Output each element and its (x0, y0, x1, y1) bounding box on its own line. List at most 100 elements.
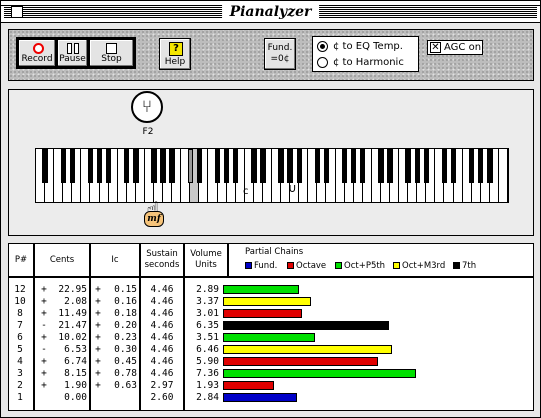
black-key[interactable] (232, 149, 239, 183)
black-key[interactable] (360, 149, 366, 183)
middle-c-label: c (243, 186, 249, 197)
close-box-icon[interactable] (11, 6, 23, 18)
volume-value: 5.90 (196, 356, 219, 367)
agc-checkbox[interactable]: ✕ AGC on (427, 40, 483, 55)
volume-value: 6.46 (196, 344, 219, 355)
black-key[interactable] (60, 149, 66, 183)
window-title: Pianalyzer (221, 3, 320, 21)
table-row: 12 +22.95 +0.15 4.46 2.89 (9, 284, 533, 296)
black-key[interactable] (196, 149, 203, 183)
legend-swatch (393, 262, 400, 269)
black-key[interactable] (260, 149, 266, 183)
black-key[interactable] (287, 149, 293, 183)
black-key[interactable] (187, 149, 194, 183)
black-key[interactable] (378, 149, 384, 183)
black-key[interactable] (133, 149, 139, 183)
volume-bar (223, 309, 302, 318)
cents-value: 6.74 (64, 356, 87, 367)
black-key[interactable] (42, 149, 48, 183)
cents-value: 1.90 (64, 380, 87, 391)
stop-icon (106, 43, 117, 54)
pause-button[interactable]: Pause (57, 39, 88, 67)
black-key[interactable] (450, 149, 457, 183)
black-key[interactable] (387, 149, 393, 183)
radio-harmonic[interactable]: ¢ to Harmonic (317, 56, 404, 70)
black-key[interactable] (423, 149, 430, 183)
black-key[interactable] (296, 149, 302, 183)
key-marker-icon: ∪ (288, 181, 297, 195)
black-key[interactable] (69, 149, 76, 183)
record-button[interactable]: Record (18, 39, 56, 67)
black-key[interactable] (223, 149, 230, 183)
black-key[interactable] (169, 149, 175, 183)
black-key[interactable] (323, 149, 330, 183)
ic-sign: + (95, 296, 101, 307)
legend-oct-p5th: Oct+P5th (335, 261, 385, 271)
piano-keyboard[interactable]: c ∪ (35, 148, 509, 203)
black-key[interactable] (441, 149, 448, 183)
stop-label: Stop (101, 54, 122, 64)
title-bar[interactable]: Pianalyzer (1, 1, 540, 23)
radio-harmonic-label: ¢ to Harmonic (333, 57, 404, 68)
volume-value: 6.35 (196, 320, 219, 331)
table-row: 10 +2.08 +0.16 4.46 3.37 (9, 296, 533, 308)
volume-bar (223, 333, 315, 342)
black-key[interactable] (87, 149, 94, 183)
header-volume-line1: Volume (190, 249, 222, 259)
cents-value: 10.02 (58, 332, 87, 343)
table-row: 2 +1.90 +0.63 2.97 1.93 (9, 380, 533, 392)
black-key[interactable] (405, 149, 411, 183)
fund-zero-button[interactable]: Fund. =0¢ (264, 38, 296, 70)
transport-controls: Record Pause Stop (16, 37, 136, 69)
keyboard-panel: ⑂ F2 c ∪ ☝ mf (8, 89, 534, 236)
volume-value: 3.37 (196, 296, 219, 307)
cents-value: 8.15 (64, 368, 87, 379)
black-key[interactable] (414, 149, 420, 183)
tuning-fork-icon[interactable]: ⑂ (131, 91, 163, 123)
note-name: F2 (142, 127, 154, 137)
sustain-value: 4.46 (150, 332, 174, 343)
legend-octave-label: Octave (296, 261, 327, 271)
black-key[interactable] (105, 149, 112, 183)
header-ic: Ic (111, 254, 119, 265)
ic-value: 0.63 (114, 380, 137, 391)
header-volume-line2: Units (195, 260, 217, 270)
stop-button[interactable]: Stop (89, 39, 134, 67)
legend-7th: 7th (453, 261, 476, 271)
table-row: 8 +11.49 +0.18 4.46 3.01 (9, 308, 533, 320)
black-key[interactable] (341, 149, 348, 183)
volume-value: 7.36 (196, 368, 219, 379)
ic-value: 0.16 (114, 296, 137, 307)
table-row: 3 +8.15 +0.78 4.46 7.36 (9, 368, 533, 380)
volume-value: 2.84 (196, 392, 219, 403)
table-row: 6 +10.02 +0.23 4.46 3.51 (9, 332, 533, 344)
black-key[interactable] (96, 149, 103, 183)
legend-fund: Fund. (245, 261, 277, 271)
black-key[interactable] (468, 149, 475, 183)
black-key[interactable] (478, 149, 484, 183)
volume-bar (223, 297, 311, 306)
cents-value: 0.00 (64, 392, 87, 403)
partial-number: 10 (14, 296, 26, 307)
dynamic-marking: mf (144, 211, 164, 227)
black-key[interactable] (487, 149, 493, 183)
pianalyzer-window: Pianalyzer Record Pause Stop ? Help Fund… (0, 0, 541, 418)
black-key[interactable] (314, 149, 321, 183)
cents-value: 21.47 (58, 320, 87, 331)
black-key[interactable] (251, 149, 257, 183)
black-key[interactable] (214, 149, 221, 183)
header-volume: Volume Units (185, 244, 227, 276)
table-row: 5-6.53 +0.30 4.46 6.46 (9, 344, 533, 356)
black-key[interactable] (160, 149, 166, 183)
table-row: 1 0.00 2.60 2.84 (9, 392, 533, 404)
ic-sign: + (95, 332, 101, 343)
header-cents: Cents (49, 254, 75, 265)
black-key[interactable] (124, 149, 130, 183)
black-key[interactable] (151, 149, 157, 183)
legend-swatch (335, 262, 342, 269)
radio-eq-temp[interactable]: ¢ to EQ Temp. (317, 40, 403, 54)
black-key[interactable] (350, 149, 357, 183)
black-key[interactable] (278, 149, 284, 183)
help-button[interactable]: ? Help (159, 38, 191, 70)
ic-value: 0.78 (114, 368, 137, 379)
